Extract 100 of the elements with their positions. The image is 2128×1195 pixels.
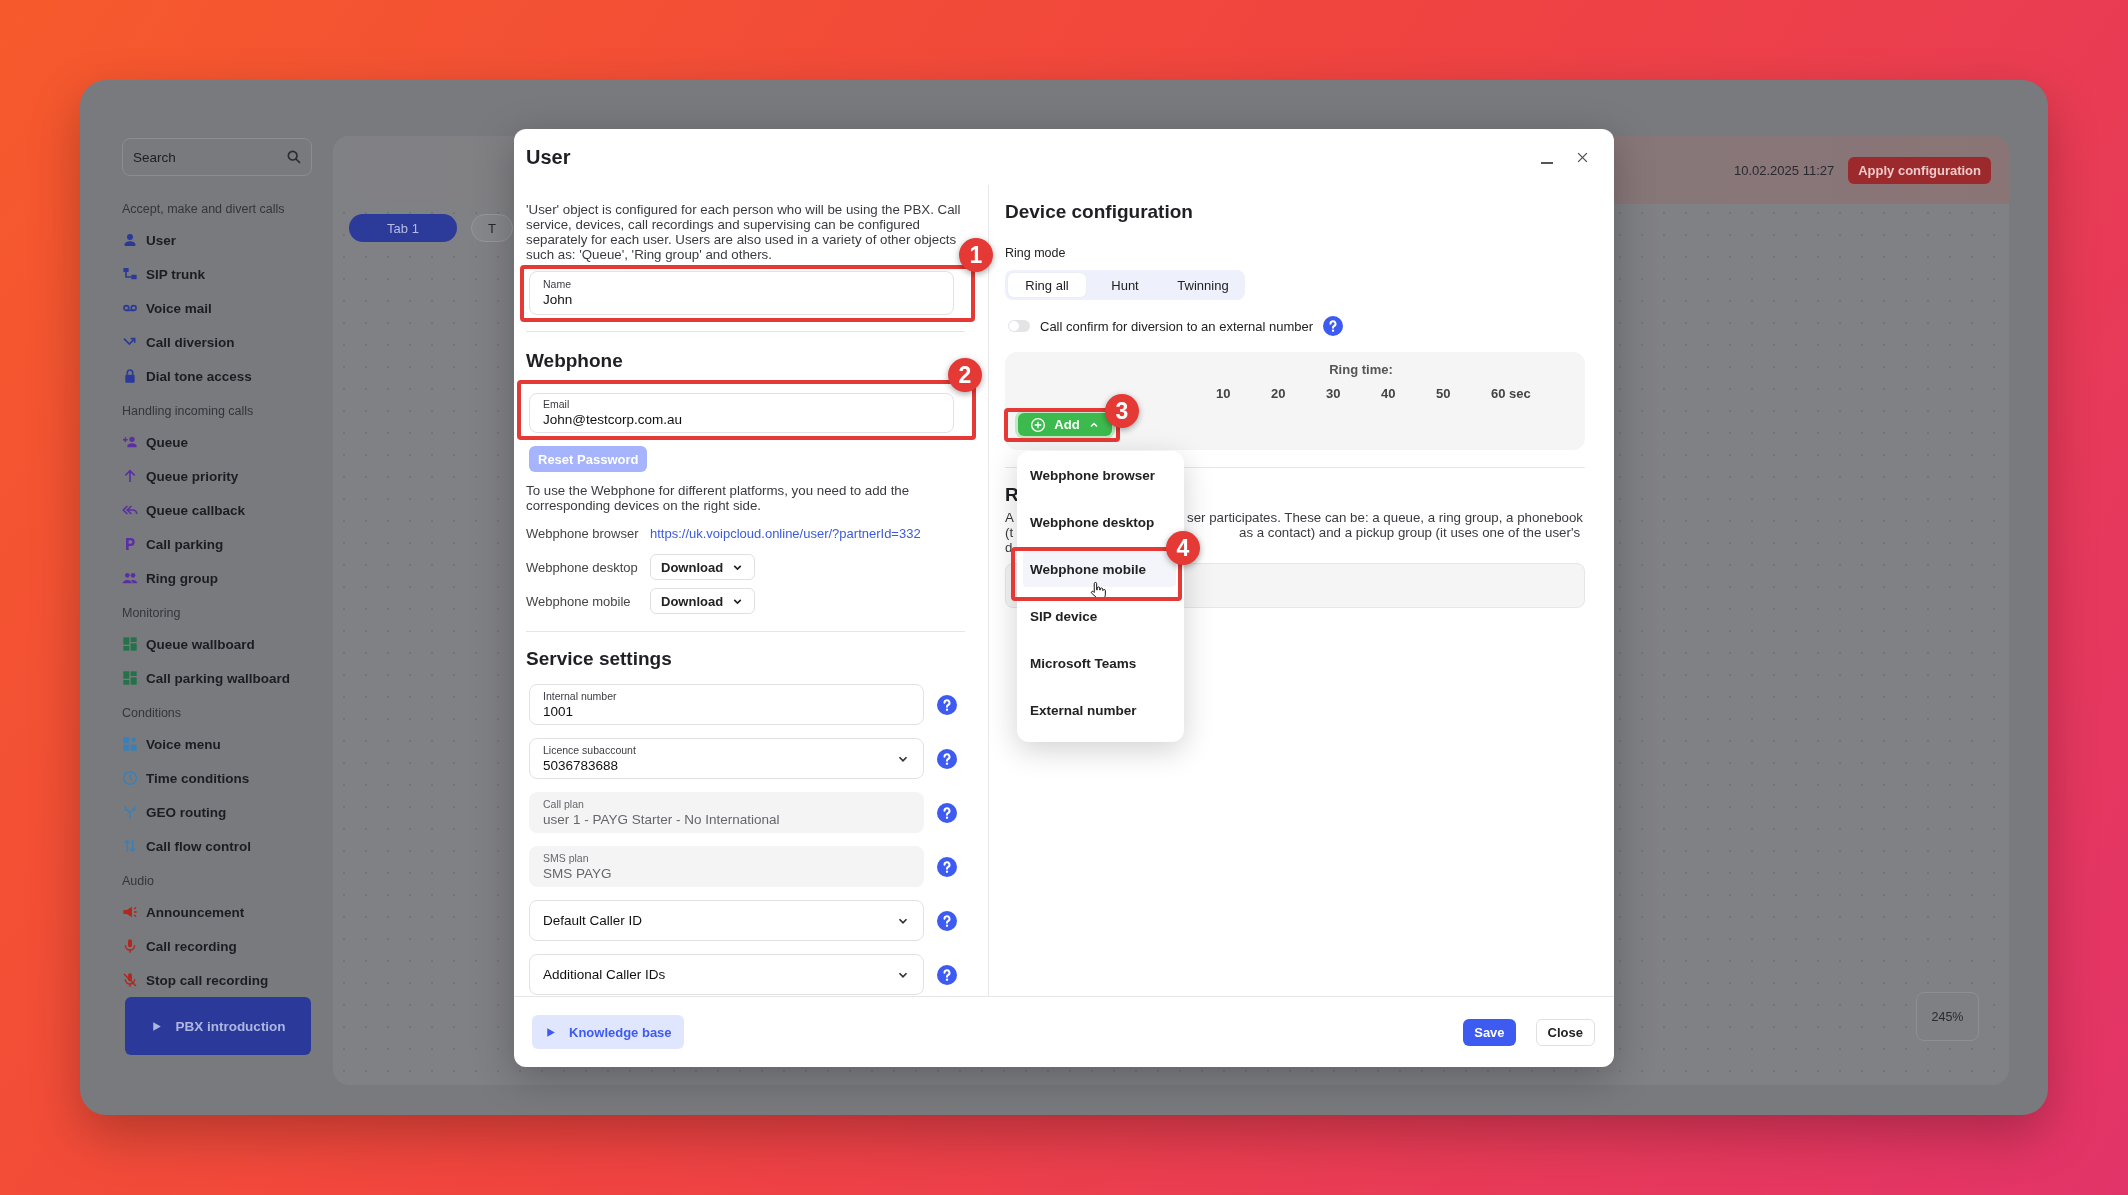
microphone-icon [122, 938, 138, 954]
select-field[interactable]: Licence subaccount 5036783688 [529, 738, 924, 779]
tick-label: 20 [1270, 385, 1287, 403]
group-heading: Accept, make and divert calls [122, 201, 286, 218]
muted-microphone-icon [122, 972, 138, 988]
knowledge-base-button[interactable]: Knowledge base [532, 1015, 684, 1049]
person-add-icon [122, 434, 138, 450]
intro-button[interactable]: PBX introduction [125, 997, 311, 1055]
help-icon [937, 802, 957, 823]
sidebar-item[interactable]: Announcement [122, 895, 245, 929]
apply-configuration-button[interactable]: Apply configuration [1848, 156, 1991, 184]
section-heading: Service settings [526, 647, 673, 671]
zoom-level: 245% [1916, 992, 1979, 1041]
group-heading: Monitoring [122, 605, 182, 622]
segment-option[interactable]: Hunt [1086, 273, 1164, 297]
select-field[interactable]: Additional Caller IDs [529, 954, 924, 995]
sidebar-item[interactable]: Dial tone access [122, 359, 252, 393]
tick-label: 40 [1380, 385, 1397, 403]
help-icon [937, 694, 957, 715]
input-field[interactable]: Name John [529, 271, 954, 315]
sidebar-item[interactable]: Call parking [122, 527, 224, 561]
search-icon [286, 149, 302, 165]
help-icon [937, 910, 957, 931]
link[interactable]: https://uk.voipcloud.online/user/?partnerId=332 [650, 525, 921, 541]
input-field[interactable]: Email John@testcorp.com.au [529, 393, 954, 433]
sidebar-item[interactable]: Call flow control [122, 829, 251, 863]
tab[interactable]: T [471, 214, 513, 242]
segment-option[interactable]: Ring all [1008, 273, 1086, 297]
menu-item[interactable]: Microsoft Teams [1023, 645, 1176, 681]
menu-item[interactable]: External number [1023, 692, 1176, 728]
tick-label: 50 [1435, 385, 1452, 403]
clock-icon [122, 770, 138, 786]
sidebar-item[interactable]: GEO routing [122, 795, 227, 829]
menu-item[interactable]: Webphone browser [1023, 457, 1176, 493]
add-icon [1030, 416, 1047, 433]
play-icon [544, 1025, 557, 1039]
download-dropdown[interactable]: Download [650, 554, 755, 580]
help-icon [937, 856, 957, 877]
download-dropdown[interactable]: Download [650, 588, 755, 614]
sidebar-item[interactable]: Call diversion [122, 325, 235, 359]
text-fragment: A [1005, 509, 1014, 525]
section-heading: R [1005, 482, 1020, 507]
ring-time-title: Ring time: [1328, 361, 1394, 379]
play-icon [150, 1019, 164, 1033]
hint-text: To use the Webphone for different platforms, you need to add the corresponding devices on the right side. [526, 483, 911, 513]
sidebar-item[interactable]: Queue priority [122, 459, 239, 493]
toggle-label: Call confirm for diversion to an external number [1040, 318, 1314, 334]
split-arrow-icon [122, 804, 138, 820]
menu-item[interactable]: SIP device [1023, 598, 1176, 634]
sidebar-item[interactable]: User [122, 223, 177, 257]
tick-label: 10 [1215, 385, 1232, 403]
section-heading: Device configuration [1005, 200, 1194, 224]
hierarchy-icon [122, 266, 138, 282]
menu-item[interactable]: Webphone mobile [1023, 551, 1176, 587]
row-label: Webphone browser [526, 525, 640, 541]
save-button[interactable]: Save [1463, 1018, 1516, 1046]
add-button[interactable]: Add [1018, 413, 1112, 436]
text-fragment: ser participates. These can be: a queue, a ring group, a phonebook [1187, 509, 1583, 525]
sidebar-item[interactable]: Queue callback [122, 493, 246, 527]
tiles-icon [122, 736, 138, 752]
tick-label: 30 [1325, 385, 1342, 403]
sidebar-item[interactable]: Time conditions [122, 761, 250, 795]
swap-arrows-icon [122, 838, 138, 854]
input-field[interactable]: Internal number 1001 [529, 684, 924, 725]
up-arrow-icon [122, 468, 138, 484]
row-label: Webphone mobile [526, 593, 632, 609]
sidebar-item[interactable]: Call parking wallboard [122, 661, 291, 695]
tab[interactable]: Tab 1 [349, 214, 457, 242]
select-field[interactable]: Default Caller ID [529, 900, 924, 941]
sidebar-item[interactable]: Queue [122, 425, 188, 459]
help-icon [1323, 316, 1344, 336]
step-badge: 2 [948, 358, 982, 392]
sidebar-item[interactable]: Call recording [122, 929, 237, 963]
text-fragment: d [1005, 539, 1013, 555]
sidebar-item[interactable]: Queue wallboard [122, 627, 255, 661]
field-label: Ring mode [1005, 245, 1067, 262]
toggle-switch[interactable] [1008, 320, 1030, 332]
minimize-icon [1541, 162, 1553, 164]
section-heading: Webphone [526, 349, 624, 373]
segment-option[interactable]: Twinning [1164, 273, 1242, 297]
step-badge: 4 [1166, 531, 1200, 565]
sidebar-item[interactable]: SIP trunk [122, 257, 206, 291]
description-text: 'User' object is configured for each person who will be using the PBX. Call service, devices, call recordings and supervising can be configured separately for each user. Users are also used in a variety of other objects such as: 'Queue', 'Ring group' and others. [526, 202, 962, 262]
step-badge: 3 [1105, 394, 1139, 428]
text-fragment: (t [1005, 524, 1014, 540]
dashboard-icon [122, 636, 138, 652]
row-label: Webphone desktop [526, 559, 639, 575]
step-badge: 1 [959, 238, 993, 272]
sidebar-item[interactable]: Voice menu [122, 727, 221, 761]
group-heading: Handling incoming calls [122, 403, 255, 420]
dialog-title: User [526, 145, 572, 169]
sidebar-item[interactable]: Voice mail [122, 291, 212, 325]
close-button[interactable]: Close [1535, 1018, 1595, 1046]
sidebar-item[interactable]: Stop call recording [122, 963, 269, 997]
group-icon [122, 570, 138, 586]
sidebar-item[interactable]: Ring group [122, 561, 218, 595]
search-field[interactable]: Search [122, 138, 312, 176]
timestamp-text: 10.02.2025 11:27 [1733, 162, 1835, 178]
lock-icon [122, 368, 138, 384]
text-fragment: as a contact) and a pickup group (it uses one of the user's [1239, 524, 1581, 540]
